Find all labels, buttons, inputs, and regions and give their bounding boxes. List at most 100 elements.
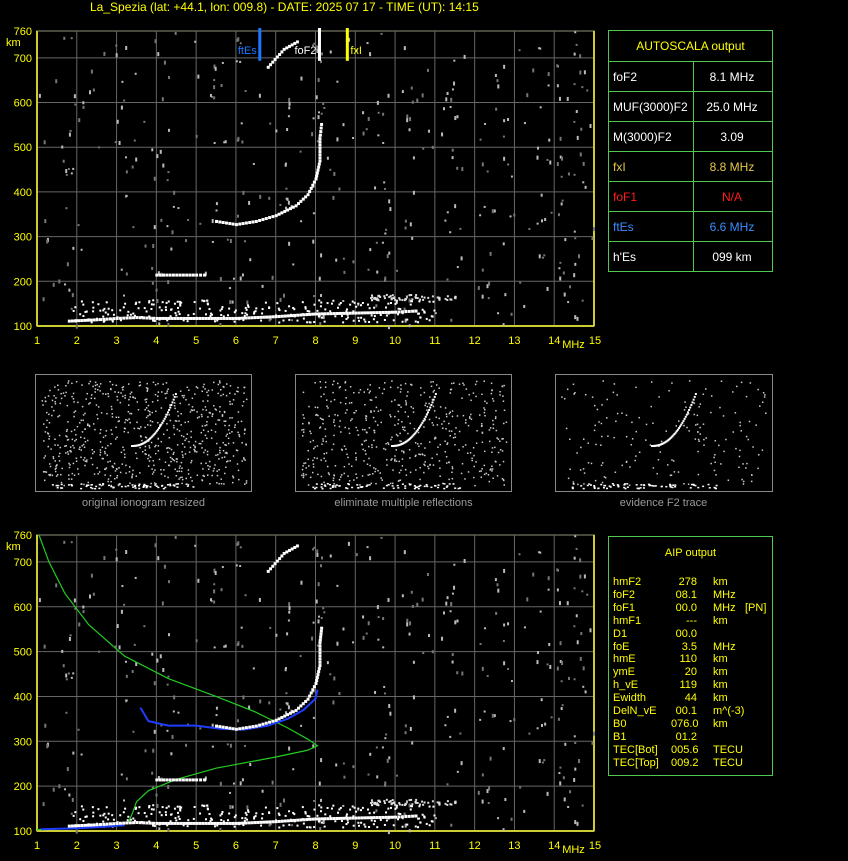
noise-echo — [38, 93, 41, 98]
noise-echo — [431, 650, 434, 654]
thumb-echo — [226, 433, 229, 436]
trace-point — [283, 314, 287, 318]
thumb-echo — [481, 424, 483, 427]
es-echo — [304, 307, 307, 310]
thumb-echo — [161, 391, 163, 393]
es-echo — [102, 820, 105, 823]
thumb-echo — [389, 386, 392, 389]
thumb-echo — [101, 446, 104, 448]
thumb-echo — [165, 382, 168, 384]
thumb-echo — [94, 397, 96, 400]
thumb-es — [169, 484, 172, 487]
es-echo — [152, 303, 155, 306]
noise-echo — [504, 293, 507, 297]
es-echo — [329, 310, 332, 313]
thumb-echo — [172, 453, 175, 455]
thumb-echo — [93, 473, 96, 475]
noise-echo — [174, 31, 177, 35]
noise-echo — [375, 304, 378, 308]
trace-point — [105, 822, 109, 826]
thumb-echo — [405, 402, 408, 404]
noise-echo — [382, 646, 385, 649]
thumb-echo — [116, 475, 119, 477]
noise-echo — [547, 84, 550, 87]
aip-unit: m^(-3) — [713, 705, 745, 717]
thumb-echo — [601, 462, 604, 464]
thumb-echo — [713, 456, 715, 459]
thumb-echo — [371, 444, 373, 446]
thumb-echo — [145, 436, 148, 439]
thumb-echo — [241, 405, 244, 407]
thumb-echo — [219, 452, 221, 454]
trace-point — [155, 821, 159, 825]
noise-echo — [252, 667, 255, 670]
noise-echo — [484, 627, 487, 630]
noise-echo — [503, 568, 506, 573]
thumb-echo — [211, 413, 214, 415]
noise-echo — [162, 163, 165, 168]
thumb-echo — [44, 471, 46, 473]
thumb-es — [145, 484, 148, 487]
thumb-echo — [109, 474, 112, 477]
thumb-trace — [163, 417, 166, 420]
thumb-echo — [157, 450, 160, 452]
noise-echo — [229, 300, 232, 305]
es-echo — [132, 817, 135, 820]
es-echo — [436, 296, 439, 299]
trace-point — [332, 312, 336, 316]
thumb-es — [593, 485, 596, 487]
es-echo — [340, 315, 343, 318]
noise-echo — [320, 798, 323, 802]
trace-point — [92, 318, 96, 322]
noise-echo — [446, 596, 449, 600]
noise-echo — [311, 132, 314, 137]
thumb-echo — [602, 380, 604, 382]
thumb-echo — [181, 476, 183, 479]
thumb-echo — [451, 382, 453, 385]
thumb-echo — [196, 411, 198, 413]
thumb-echo — [79, 446, 81, 449]
thumb-echo — [222, 449, 225, 452]
noise-echo — [408, 324, 411, 328]
thumb-echo — [60, 473, 62, 476]
thumb-echo — [755, 424, 757, 426]
thumb-trace — [161, 421, 164, 424]
thumb-echo — [462, 446, 464, 448]
thumb-echo — [659, 451, 662, 453]
thumb-echo — [186, 386, 189, 389]
thumb-echo — [463, 384, 465, 386]
noise-echo — [55, 583, 58, 588]
trace-point — [268, 820, 272, 824]
thumb-echo — [177, 415, 180, 417]
thumb-echo — [678, 420, 680, 422]
noise-echo — [80, 248, 83, 251]
noise-echo — [563, 292, 566, 297]
thumb-echo — [741, 478, 743, 481]
es-echo — [161, 806, 164, 809]
thumb-echo — [132, 469, 134, 472]
noise-echo — [170, 752, 173, 756]
noise-echo — [151, 148, 154, 152]
thumb-echo — [762, 392, 765, 394]
noise-echo — [133, 139, 136, 142]
thumb-echo — [185, 437, 188, 440]
noise-echo — [285, 187, 288, 190]
autoscala-value: 6.6 MHz — [709, 220, 755, 234]
thumb-echo — [652, 467, 655, 469]
trace-point — [262, 315, 266, 319]
thumb-echo — [501, 385, 504, 388]
thumb-echo — [747, 438, 750, 441]
es-echo — [421, 295, 424, 298]
thumb-echo — [439, 443, 441, 446]
thumb-es — [651, 484, 654, 487]
thumb-echo — [677, 471, 680, 473]
thumb-echo — [116, 476, 118, 479]
thumb-echo — [139, 381, 141, 383]
noise-echo — [456, 266, 459, 269]
noise-echo — [167, 675, 170, 678]
thumb-echo — [468, 416, 471, 418]
noise-echo — [134, 576, 137, 579]
thumb-echo — [115, 416, 118, 419]
thumb-echo — [194, 393, 196, 395]
noise-echo — [244, 594, 247, 597]
